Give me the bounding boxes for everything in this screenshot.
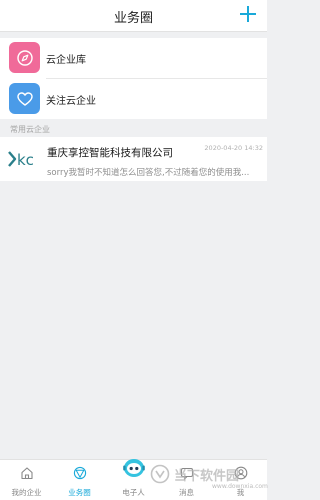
tab-my-company[interactable]: 我的企业 xyxy=(0,460,53,500)
tab-label: 电子人 xyxy=(122,488,145,497)
svg-text:kc: kc xyxy=(17,151,34,169)
entry-followed-companies[interactable]: 关注云企业 xyxy=(0,79,267,119)
entry-list: 云企业库 关注云企业 xyxy=(0,38,267,119)
header: 业务圈 xyxy=(0,0,267,32)
tab-messages[interactable]: 消息 xyxy=(160,460,213,500)
tab-label: 消息 xyxy=(179,488,194,497)
robot-icon xyxy=(122,459,145,477)
page-title: 业务圈 xyxy=(113,11,153,26)
tab-digital-human[interactable]: 电子人 xyxy=(107,459,160,500)
user-icon xyxy=(234,466,247,480)
entry-label: 关注云企业 xyxy=(46,96,96,107)
company-name: 重庆享控智能科技有限公司 xyxy=(47,147,173,159)
tab-bar: 我的企业 业务圈 电子人 消息 我 xyxy=(0,459,267,500)
message-preview: sorry我暂时不知道怎么回答您,不过随着您的使用我... xyxy=(47,168,250,178)
entry-company-library[interactable]: 云企业库 xyxy=(0,38,267,79)
company-list-item[interactable]: kc 重庆享控智能科技有限公司 2020-04-20 14:32 sorry我暂… xyxy=(0,137,267,181)
tab-business-circle[interactable]: 业务圈 xyxy=(53,460,106,500)
message-timestamp: 2020-04-20 14:32 xyxy=(204,144,263,152)
entry-label: 云企业库 xyxy=(46,55,86,66)
compass-icon xyxy=(9,42,40,73)
tab-label: 我 xyxy=(236,488,245,497)
message-icon xyxy=(180,467,193,480)
home-icon xyxy=(20,467,33,480)
tab-label: 我的企业 xyxy=(11,488,42,497)
plus-icon[interactable] xyxy=(238,4,258,24)
section-label: 常用云企业 xyxy=(10,125,50,134)
tab-label: 业务圈 xyxy=(68,488,91,497)
tab-me[interactable]: 我 xyxy=(214,460,267,500)
heart-icon xyxy=(9,83,40,114)
circle-network-icon xyxy=(73,466,86,480)
company-logo: kc xyxy=(8,151,34,169)
